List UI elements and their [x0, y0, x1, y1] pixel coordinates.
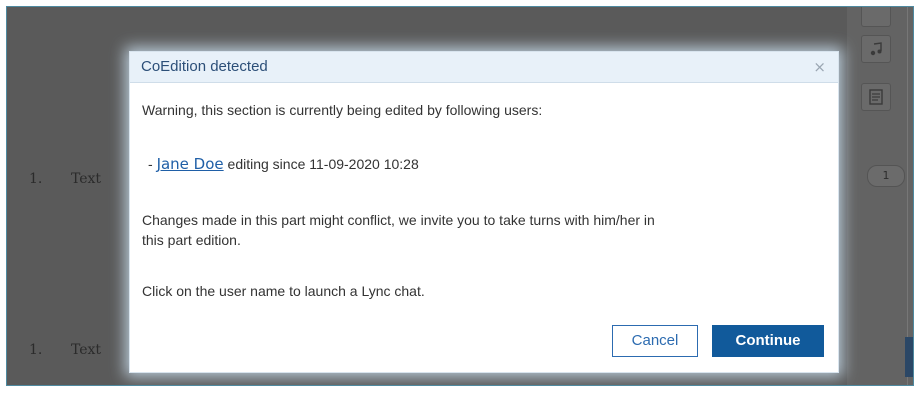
- conflict-line-1: Changes made in this part might conflict…: [142, 212, 655, 228]
- hint-text: Click on the user name to launch a Lync …: [142, 283, 425, 299]
- line-number: 1.: [29, 342, 43, 358]
- music-note-icon[interactable]: [861, 35, 891, 63]
- coedition-dialog: CoEdition detected × Warning, this secti…: [129, 51, 839, 373]
- user-prefix: -: [148, 156, 157, 172]
- user-editing-since: editing since 11-09-2020 10:28: [223, 156, 419, 172]
- panel-accent-block: [905, 337, 913, 377]
- line-text: Text: [71, 171, 102, 187]
- dialog-header: CoEdition detected ×: [130, 52, 838, 83]
- warning-text: Warning, this section is currently being…: [142, 102, 543, 118]
- conflict-text: Changes made in this part might conflict…: [142, 210, 655, 250]
- user-entry: - Jane Doe editing since 11-09-2020 10:2…: [148, 154, 419, 174]
- document-icon[interactable]: [861, 83, 891, 111]
- panel-top-button[interactable]: [861, 7, 891, 27]
- side-panel: 1: [847, 7, 913, 385]
- cancel-button[interactable]: Cancel: [612, 325, 698, 357]
- count-badge[interactable]: 1: [867, 165, 905, 187]
- close-icon[interactable]: ×: [813, 58, 826, 76]
- dialog-title: CoEdition detected: [141, 58, 268, 75]
- document-line: 1. Text: [29, 342, 101, 358]
- conflict-line-2: this part edition.: [142, 232, 241, 248]
- user-name-link[interactable]: Jane Doe: [157, 155, 224, 173]
- line-text: Text: [71, 342, 102, 358]
- screen-frame: 1. Text 1. Text 1 CoEdition detected × W…: [6, 6, 914, 386]
- line-number: 1.: [29, 171, 43, 187]
- document-line: 1. Text: [29, 171, 101, 187]
- continue-button[interactable]: Continue: [712, 325, 824, 357]
- panel-separator: [907, 7, 908, 385]
